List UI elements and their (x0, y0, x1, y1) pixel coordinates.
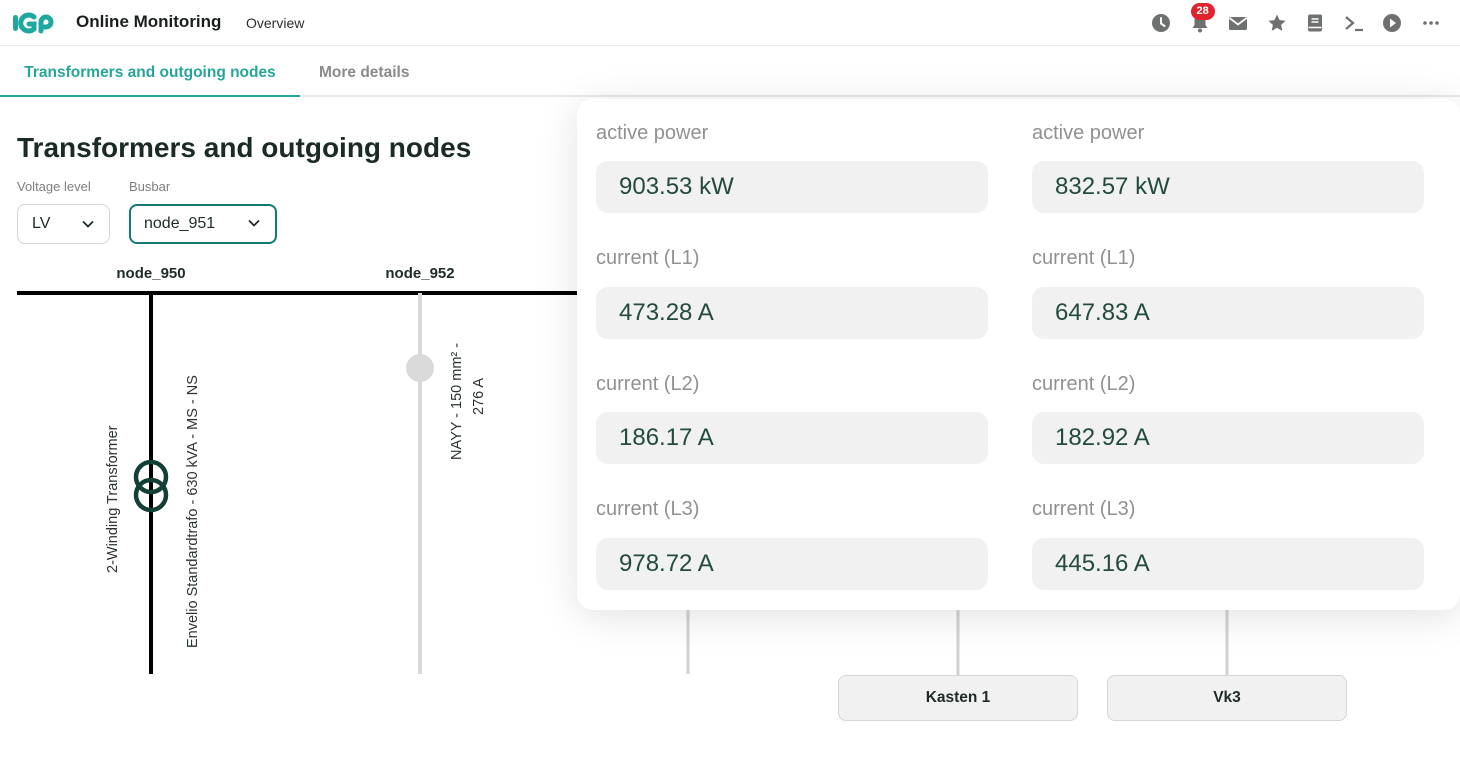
book-icon[interactable] (1296, 0, 1335, 46)
outgoing-box-kasten-1[interactable]: Kasten 1 (838, 675, 1078, 721)
metric-value: 473.28 A (596, 287, 988, 339)
play-icon[interactable] (1373, 0, 1412, 46)
star-icon[interactable] (1258, 0, 1297, 46)
metric-label: current (L1) (596, 247, 700, 269)
cable-label-line2: 276 A (471, 377, 487, 415)
more-icon[interactable] (1412, 0, 1451, 46)
outgoing-box-vk3[interactable]: Vk3 (1107, 675, 1347, 721)
metric-label: current (L2) (596, 373, 700, 395)
chevron-down-icon (248, 219, 260, 227)
metric-value: 903.53 kW (596, 161, 988, 213)
metric-value: 647.83 A (1032, 287, 1424, 339)
metric-label: active power (596, 122, 709, 144)
clock-icon[interactable] (1142, 0, 1181, 46)
igp-logo[interactable] (12, 11, 56, 35)
metric-value: 182.92 A (1032, 412, 1424, 464)
voltage-level-value: LV (32, 215, 51, 232)
cable-label-line1: NAYY - 150 mm² - (449, 342, 465, 460)
metric-value: 445.16 A (1032, 538, 1424, 590)
terminal-icon[interactable] (1335, 0, 1374, 46)
tab-bar: Transformers and outgoing nodes More det… (0, 47, 1460, 97)
metric-label: active power (1032, 122, 1145, 144)
busbar-label: Busbar (129, 179, 171, 194)
voltage-level-select[interactable]: LV (17, 204, 110, 244)
toolbar-icons: 28 (1142, 0, 1450, 46)
overview-link[interactable]: Overview (246, 15, 304, 31)
metric-label: current (L2) (1032, 373, 1136, 395)
mail-icon[interactable] (1219, 0, 1258, 46)
voltage-level-label: Voltage level (17, 179, 91, 194)
notifications-button[interactable]: 28 (1181, 0, 1220, 46)
transformer-type-label: 2-Winding Transformer (105, 425, 121, 573)
metric-value: 186.17 A (596, 412, 988, 464)
measurement-popup: active power 903.53 kW current (L1) 473.… (577, 99, 1460, 610)
app-title: Online Monitoring (76, 12, 222, 31)
metric-label: current (L3) (596, 498, 700, 520)
metric-value: 832.57 kW (1032, 161, 1424, 213)
busbar-select[interactable]: node_951 (129, 204, 277, 244)
metric-label: current (L3) (1032, 498, 1136, 520)
page-title: Transformers and outgoing nodes (17, 132, 472, 163)
notification-badge: 28 (1190, 3, 1215, 20)
top-bar: Online Monitoring Overview 28 (0, 0, 1460, 46)
busbar-value: node_951 (144, 215, 216, 232)
metric-label: current (L1) (1032, 247, 1136, 269)
transformer-description-label: Envelio Standardtrafo - 630 kVA - MS - N… (185, 375, 201, 648)
cable-node-icon (406, 354, 434, 382)
tab-more-details[interactable]: More details (319, 47, 409, 97)
tab-transformers[interactable]: Transformers and outgoing nodes (0, 47, 300, 97)
metric-value: 978.72 A (596, 538, 988, 590)
chevron-down-icon (82, 220, 94, 228)
